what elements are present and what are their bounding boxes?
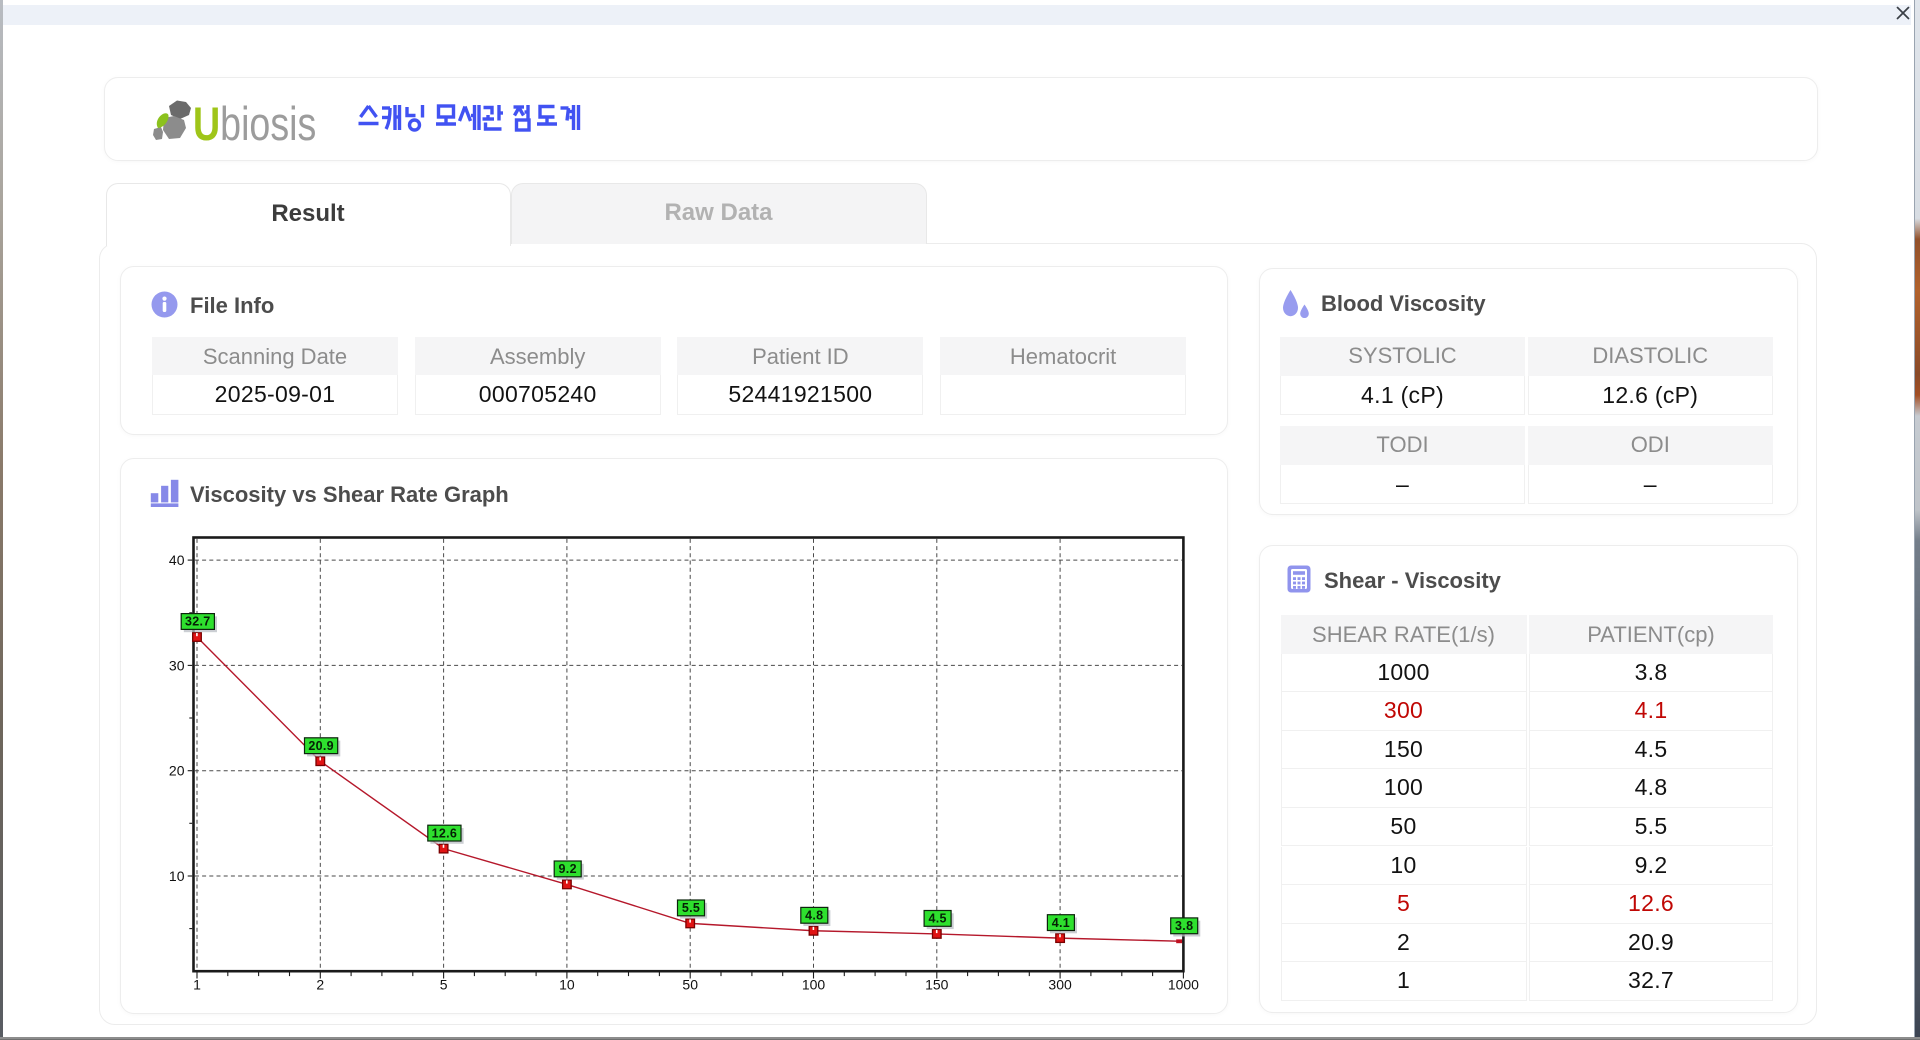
svg-text:20.9: 20.9: [308, 739, 334, 753]
svg-text:4.5: 4.5: [928, 912, 946, 926]
svg-text:4.8: 4.8: [805, 909, 823, 923]
svg-text:20: 20: [169, 763, 185, 779]
svg-text:1: 1: [193, 977, 201, 993]
svg-text:9.2: 9.2: [559, 862, 577, 876]
svg-text:3.8: 3.8: [1175, 919, 1193, 933]
svg-text:50: 50: [682, 977, 698, 993]
svg-text:1000: 1000: [1168, 977, 1199, 993]
svg-text:100: 100: [802, 977, 826, 993]
svg-text:40: 40: [169, 552, 185, 568]
svg-text:30: 30: [169, 657, 185, 673]
svg-text:300: 300: [1048, 977, 1072, 993]
svg-text:32.7: 32.7: [185, 615, 211, 629]
svg-text:5: 5: [440, 977, 448, 993]
svg-text:4.1: 4.1: [1052, 916, 1070, 930]
svg-text:2: 2: [316, 977, 324, 993]
svg-text:5.5: 5.5: [682, 901, 700, 915]
svg-text:150: 150: [925, 977, 949, 993]
svg-text:10: 10: [559, 977, 575, 993]
svg-text:10: 10: [169, 868, 185, 884]
svg-text:12.6: 12.6: [432, 826, 458, 840]
